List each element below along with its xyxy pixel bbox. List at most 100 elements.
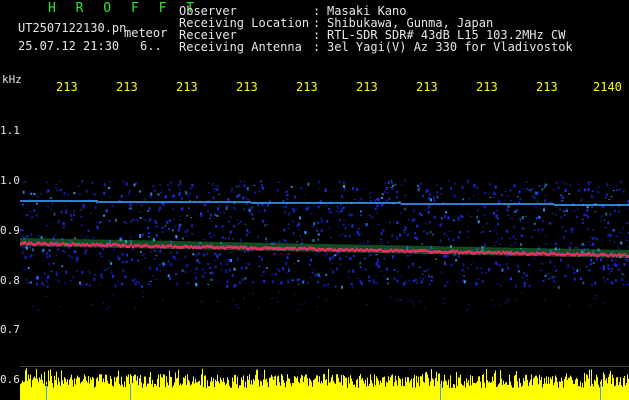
power-trace-bar xyxy=(166,376,167,400)
noise-speck xyxy=(90,304,93,306)
noise-speck xyxy=(399,212,402,214)
power-trace-bar xyxy=(142,387,143,400)
noise-speck xyxy=(581,218,584,220)
power-trace-bar xyxy=(369,383,370,400)
noise-speck xyxy=(592,229,595,231)
power-trace-bar xyxy=(357,378,358,400)
power-trace-bar xyxy=(594,379,595,400)
power-trace-bar xyxy=(427,374,428,400)
power-trace-bar xyxy=(143,383,144,400)
upper-echo-segment xyxy=(209,201,212,203)
power-trace-bar xyxy=(451,387,452,400)
echo-band-segment xyxy=(370,248,372,252)
echo-band-segment xyxy=(590,253,592,257)
echo-band-segment xyxy=(26,242,28,246)
power-trace-bar xyxy=(580,381,581,400)
noise-speck xyxy=(341,285,343,289)
echo-band-segment xyxy=(434,250,436,254)
power-trace-bar xyxy=(525,375,526,400)
echo-band-segment xyxy=(526,253,528,256)
noise-speck xyxy=(451,192,454,194)
noise-speck xyxy=(21,229,24,231)
echo-band-segment xyxy=(334,248,336,252)
noise-speck xyxy=(421,273,424,275)
power-trace-bar xyxy=(530,379,531,400)
noise-speck xyxy=(121,282,124,286)
noise-speck xyxy=(428,221,431,224)
upper-echo-segment xyxy=(374,202,377,204)
noise-speck xyxy=(382,276,385,278)
upper-echo-segment xyxy=(452,203,455,205)
noise-speck xyxy=(299,234,302,237)
power-trace-bar xyxy=(257,369,258,400)
noise-speck xyxy=(31,306,34,308)
noise-speck xyxy=(196,260,199,262)
noise-speck xyxy=(225,263,228,266)
power-trace-bar xyxy=(327,385,328,400)
noise-speck xyxy=(100,273,103,277)
noise-speck xyxy=(396,190,399,194)
noise-speck xyxy=(418,266,421,268)
noise-speck xyxy=(427,210,430,214)
noise-speck xyxy=(99,252,102,255)
noise-speck xyxy=(608,273,611,275)
frequency-tick-label: 0.7 xyxy=(0,323,20,336)
noise-speck xyxy=(493,191,496,195)
power-trace-bar xyxy=(567,380,568,400)
info-label-antenna: Receiving Antenna xyxy=(179,40,302,54)
noise-speck xyxy=(153,249,156,253)
echo-band-segment xyxy=(182,245,184,249)
noise-speck xyxy=(525,181,528,183)
echo-band-segment xyxy=(508,252,510,256)
noise-speck xyxy=(192,253,195,256)
noise-speck xyxy=(399,233,402,237)
noise-speck xyxy=(580,245,583,247)
echo-band-segment xyxy=(96,242,98,246)
noise-speck xyxy=(101,276,103,279)
power-trace-bar xyxy=(576,377,577,400)
noise-speck xyxy=(365,223,368,227)
noise-speck xyxy=(394,183,397,186)
noise-speck xyxy=(409,254,412,256)
power-trace-bar xyxy=(302,375,303,400)
noise-speck xyxy=(377,224,380,226)
power-trace-bar xyxy=(555,375,556,400)
noise-speck xyxy=(282,205,285,208)
noise-speck xyxy=(218,193,221,195)
power-trace-bar xyxy=(450,375,451,400)
noise-speck xyxy=(124,275,127,279)
echo-band-segment xyxy=(166,244,168,248)
noise-speck xyxy=(370,254,373,256)
power-trace-bar xyxy=(216,381,217,400)
noise-speck xyxy=(115,218,118,222)
noise-speck xyxy=(85,189,88,193)
noise-speck xyxy=(200,213,203,217)
power-trace-bar xyxy=(616,377,617,400)
noise-speck xyxy=(481,280,484,284)
upper-echo-segment xyxy=(434,203,437,205)
noise-speck xyxy=(206,210,209,213)
noise-speck xyxy=(544,199,547,203)
echo-band-segment xyxy=(552,252,554,255)
noise-speck xyxy=(492,196,495,198)
noise-speck xyxy=(535,192,538,196)
echo-band-segment xyxy=(218,246,220,250)
echo-band-segment xyxy=(364,248,366,252)
noise-speck xyxy=(174,225,177,227)
noise-speck xyxy=(315,254,318,256)
upper-echo-segment xyxy=(221,201,224,203)
noise-speck xyxy=(55,272,58,276)
upper-echo-segment xyxy=(242,201,245,203)
noise-speck xyxy=(261,183,263,187)
power-trace-bar xyxy=(168,385,169,400)
upper-echo-segment xyxy=(299,202,302,204)
noise-speck xyxy=(215,224,218,228)
noise-speck xyxy=(125,182,128,186)
noise-speck xyxy=(549,260,552,264)
power-trace-bar xyxy=(225,385,226,400)
noise-speck xyxy=(420,214,423,217)
echo-band-segment xyxy=(544,252,546,255)
noise-speck xyxy=(473,184,476,188)
noise-speck xyxy=(299,216,302,220)
noise-speck xyxy=(304,231,307,234)
